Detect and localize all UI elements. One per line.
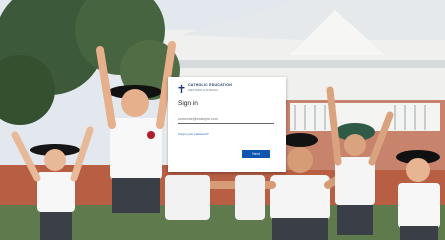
brand-text: CATHOLIC EDUCATION WESTERN AUSTRALIA xyxy=(188,83,232,92)
signin-title: Sign in xyxy=(178,100,198,107)
brand-subtitle: WESTERN AUSTRALIA xyxy=(188,87,219,92)
email-field[interactable] xyxy=(178,115,274,124)
forgot-password-link[interactable]: Forgot your password? xyxy=(178,132,276,136)
next-button[interactable]: Next xyxy=(242,150,270,158)
signin-card: CATHOLIC EDUCATION WESTERN AUSTRALIA Sig… xyxy=(168,77,286,172)
cross-logo-icon xyxy=(178,85,185,93)
brand-header: CATHOLIC EDUCATION WESTERN AUSTRALIA xyxy=(178,83,276,96)
